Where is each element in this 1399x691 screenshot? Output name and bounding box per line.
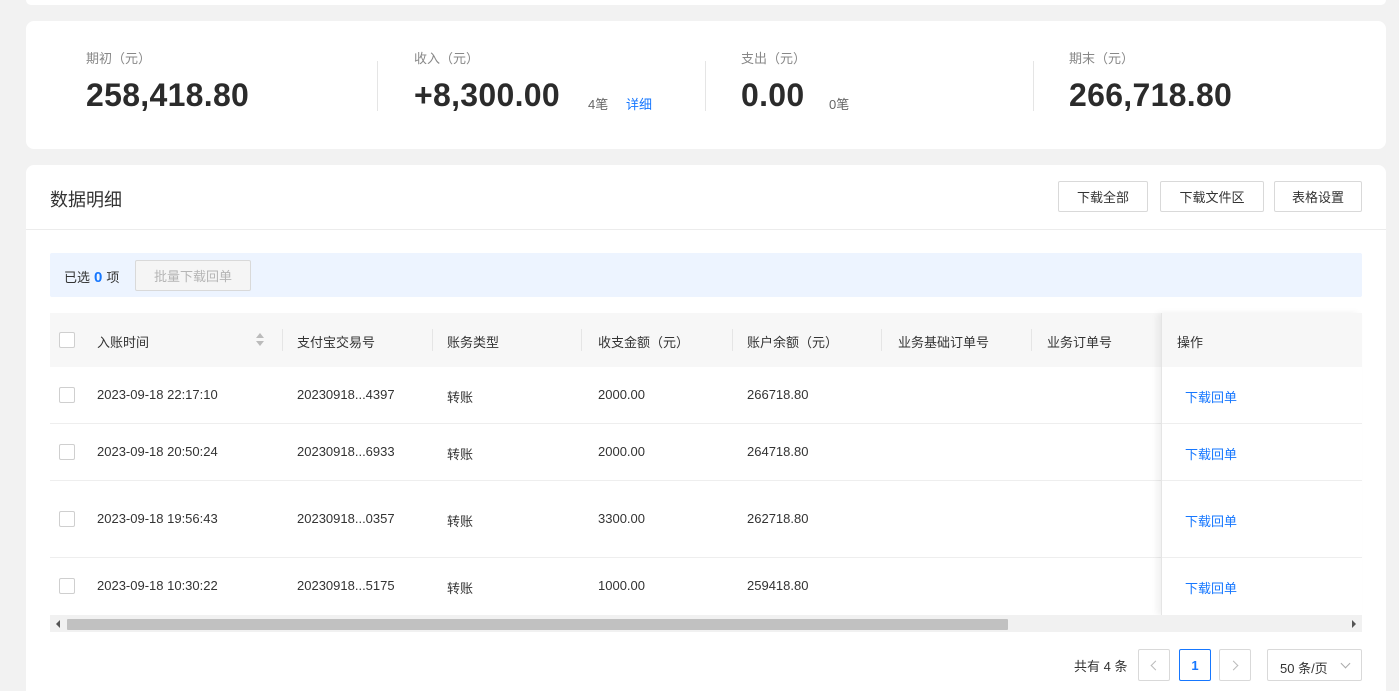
cell-type: 转账: [447, 581, 474, 596]
stat-closing-value: 266,718.80: [1069, 77, 1233, 113]
column-separator: [1031, 329, 1032, 351]
cell-balance: 259418.80: [747, 578, 809, 593]
row-checkbox[interactable]: [59, 387, 75, 403]
cell-trade-no: 20230918...6933: [297, 444, 395, 459]
selection-count: 0: [94, 269, 103, 286]
selection-bar: 已选 0 项 批量下载回单: [50, 253, 1362, 297]
column-header-type: 账务类型: [447, 335, 500, 350]
cell-amount: 2000.00: [598, 444, 645, 459]
cell-trade-no: 20230918...0357: [297, 511, 395, 526]
page-size-select[interactable]: 50 条/页: [1267, 649, 1362, 681]
column-separator: [432, 329, 433, 351]
download-receipt-link[interactable]: 下载回单: [1185, 578, 1237, 597]
page-size-value: 50 条/页: [1280, 661, 1328, 676]
download-all-button[interactable]: 下载全部: [1058, 181, 1148, 212]
detail-title: 数据明细: [50, 190, 122, 210]
column-separator: [732, 329, 733, 351]
table-row: 2023-09-18 19:56:43 20230918...0357 转账 3…: [50, 481, 1362, 558]
stat-closing: 期末（元） 266,718.80: [26, 21, 1386, 149]
select-all-checkbox[interactable]: [59, 332, 75, 348]
horizontal-scrollbar[interactable]: [50, 615, 1362, 632]
stat-closing-label: 期末（元）: [1069, 51, 1135, 66]
download-receipt-link[interactable]: 下载回单: [1185, 511, 1237, 530]
column-separator: [282, 329, 283, 351]
column-header-time[interactable]: 入账时间: [97, 332, 149, 351]
selection-prefix: 已选: [64, 270, 91, 285]
table-row: 2023-09-18 10:30:22 20230918...5175 转账 1…: [50, 558, 1362, 615]
cell-balance: 262718.80: [747, 511, 809, 526]
chevron-down-icon: [1340, 658, 1351, 669]
page-button-current[interactable]: 1: [1179, 649, 1211, 681]
pagination-total: 共有 4 条: [1074, 659, 1128, 674]
column-header-order: 业务订单号: [1047, 335, 1113, 350]
cell-trade-no: 20230918...5175: [297, 578, 395, 593]
download-receipt-link[interactable]: 下载回单: [1185, 387, 1237, 406]
prev-page-button[interactable]: [1138, 649, 1170, 681]
row-checkbox[interactable]: [59, 444, 75, 460]
column-separator: [881, 329, 882, 351]
cell-time: 2023-09-18 22:17:10: [97, 387, 218, 402]
selection-summary: 已选 0 项: [64, 267, 119, 286]
row-checkbox[interactable]: [59, 578, 75, 594]
row-checkbox[interactable]: [59, 511, 75, 527]
scroll-left-arrow-icon[interactable]: [56, 620, 60, 628]
cell-amount: 2000.00: [598, 387, 645, 402]
cell-time: 2023-09-18 20:50:24: [97, 444, 218, 459]
cell-time: 2023-09-18 19:56:43: [97, 511, 218, 526]
top-card-edge: [26, 0, 1386, 5]
table-row: 2023-09-18 20:50:24 20230918...6933 转账 2…: [50, 424, 1362, 481]
chevron-left-icon: [1150, 660, 1161, 670]
cell-balance: 266718.80: [747, 387, 809, 402]
detail-divider: [26, 229, 1386, 230]
summary-card: 期初（元） 258,418.80 收入（元） +8,300.00 4笔 详细 支…: [26, 21, 1386, 149]
sort-icon[interactable]: [256, 333, 264, 347]
cell-trade-no: 20230918...4397: [297, 387, 395, 402]
column-header-trade-no: 支付宝交易号: [297, 335, 376, 350]
table-header: 入账时间 支付宝交易号 账务类型 收支金额（元） 账户余额（元） 业务基础订单号…: [50, 313, 1362, 367]
cell-balance: 264718.80: [747, 444, 809, 459]
selection-suffix: 项: [106, 270, 120, 285]
cell-type: 转账: [447, 514, 474, 529]
column-header-action: 操作: [1177, 335, 1204, 350]
cell-amount: 1000.00: [598, 578, 645, 593]
transactions-table: 入账时间 支付宝交易号 账务类型 收支金额（元） 账户余额（元） 业务基础订单号…: [50, 313, 1362, 615]
batch-download-button[interactable]: 批量下载回单: [135, 260, 251, 291]
table-settings-button[interactable]: 表格设置: [1274, 181, 1362, 212]
cell-time: 2023-09-18 10:30:22: [97, 578, 218, 593]
download-receipt-link[interactable]: 下载回单: [1185, 444, 1237, 463]
column-header-balance: 账户余额（元）: [747, 335, 839, 350]
chevron-right-icon: [1228, 660, 1239, 670]
column-header-base-order: 业务基础订单号: [898, 335, 990, 350]
scroll-right-arrow-icon[interactable]: [1352, 620, 1356, 628]
download-file-area-button[interactable]: 下载文件区: [1160, 181, 1264, 212]
detail-card: 数据明细 下载全部 下载文件区 表格设置 已选 0 项 批量下载回单 入账时间 支付…: [26, 165, 1386, 691]
cell-type: 转账: [447, 390, 474, 405]
cell-type: 转账: [447, 447, 474, 462]
cell-amount: 3300.00: [598, 511, 645, 526]
next-page-button[interactable]: [1219, 649, 1251, 681]
scrollbar-thumb[interactable]: [67, 619, 1008, 630]
table-row: 2023-09-18 22:17:10 20230918...4397 转账 2…: [50, 367, 1362, 424]
column-header-amount: 收支金额（元）: [598, 335, 690, 350]
column-separator: [581, 329, 582, 351]
